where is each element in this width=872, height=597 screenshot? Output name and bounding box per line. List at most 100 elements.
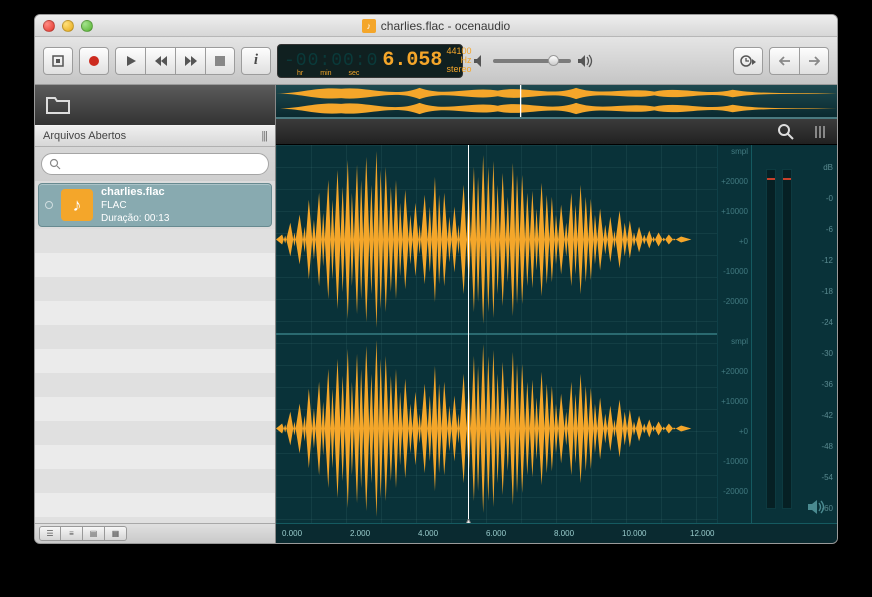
main-area: Arquivos Abertos ||| ♪ charlies.flac FLA… bbox=[35, 85, 837, 543]
scale-label: -20000 bbox=[723, 297, 748, 306]
active-indicator-icon bbox=[45, 201, 53, 209]
db-tick: -48 bbox=[821, 442, 833, 451]
window-title: ♪ charlies.flac - ocenaudio bbox=[35, 19, 837, 33]
db-tick: -36 bbox=[821, 380, 833, 389]
meter-right bbox=[782, 169, 792, 509]
window-title-text: charlies.flac - ocenaudio bbox=[381, 19, 510, 33]
file-format-label: FLAC bbox=[101, 199, 169, 212]
db-scale: dB -0 -6 -12 -18 -24 -30 -36 -42 -48 -54… bbox=[821, 163, 833, 513]
search-input[interactable] bbox=[41, 153, 269, 175]
editor-panel-header bbox=[276, 119, 837, 145]
scale-label: -10000 bbox=[723, 457, 748, 466]
info-button[interactable]: i bbox=[241, 47, 271, 75]
volume-control[interactable] bbox=[473, 54, 595, 68]
meter-left bbox=[766, 169, 776, 509]
ruler-tick: 2.000 bbox=[350, 529, 370, 538]
db-tick: -54 bbox=[821, 473, 833, 482]
scale-label: +10000 bbox=[721, 397, 748, 406]
level-meter-panel: dB -0 -6 -12 -18 -24 -30 -36 -42 -48 -54… bbox=[751, 145, 837, 523]
file-meta: charlies.flac FLAC Duração: 00:13 bbox=[101, 185, 169, 225]
file-name-label: charlies.flac bbox=[101, 185, 169, 199]
stop-button[interactable] bbox=[205, 47, 235, 75]
nav-forward-button[interactable] bbox=[799, 47, 829, 75]
search-wrap bbox=[35, 147, 275, 181]
forward-button[interactable] bbox=[175, 47, 205, 75]
folder-icon bbox=[45, 94, 73, 116]
stop-return-button[interactable] bbox=[43, 47, 73, 75]
editor-area: smpl +20000 +10000 +0 -10000 -20000 smpl… bbox=[276, 85, 837, 543]
counter-format: 44100 Hz stereo bbox=[446, 47, 471, 74]
levels-icon[interactable] bbox=[813, 124, 827, 140]
scale-label: +20000 bbox=[721, 177, 748, 186]
overview-wave-icon bbox=[276, 85, 837, 117]
view-list-button[interactable]: ☰ bbox=[39, 526, 61, 541]
ruler-tick: 12.000 bbox=[690, 529, 714, 538]
db-tick: -24 bbox=[821, 318, 833, 327]
sidebar-header-label: Arquivos Abertos bbox=[43, 130, 126, 142]
view-grid-button[interactable]: ▦ bbox=[105, 526, 127, 541]
overview-waveform[interactable] bbox=[276, 85, 837, 119]
counter-bright-digits: 6.058 bbox=[382, 49, 442, 72]
db-tick: -6 bbox=[821, 225, 833, 234]
scale-label: smpl bbox=[731, 337, 748, 346]
db-title: dB bbox=[821, 163, 833, 172]
playhead[interactable] bbox=[468, 145, 469, 523]
hr-label: hr bbox=[297, 70, 303, 77]
zoom-tool-icon[interactable] bbox=[777, 123, 795, 141]
db-tick: -30 bbox=[821, 349, 833, 358]
nav-back-button[interactable] bbox=[769, 47, 799, 75]
ruler-tick: 4.000 bbox=[418, 529, 438, 538]
scale-label: +0 bbox=[739, 427, 748, 436]
volume-knob[interactable] bbox=[548, 55, 559, 66]
speaker-high-icon bbox=[577, 54, 595, 68]
waveform-container: smpl +20000 +10000 +0 -10000 -20000 smpl… bbox=[276, 145, 837, 523]
scale-label: -20000 bbox=[723, 487, 748, 496]
volume-slider[interactable] bbox=[493, 59, 571, 63]
ruler-tick: 10.000 bbox=[622, 529, 646, 538]
sec-label: sec bbox=[349, 70, 360, 77]
amplitude-scale: smpl +20000 +10000 +0 -10000 -20000 smpl… bbox=[717, 145, 751, 523]
db-tick: -0 bbox=[821, 194, 833, 203]
scale-label: +20000 bbox=[721, 367, 748, 376]
app-window: ♪ charlies.flac - ocenaudio i bbox=[34, 14, 838, 544]
columns-icon[interactable]: ||| bbox=[261, 130, 267, 142]
scale-label: +0 bbox=[739, 237, 748, 246]
time-ruler[interactable]: 0.000 2.000 4.000 6.000 8.000 10.000 12.… bbox=[276, 523, 837, 543]
sidebar-footer: ☰ ≡ ▤ ▦ bbox=[35, 523, 275, 543]
min-label: min bbox=[320, 70, 331, 77]
record-button[interactable] bbox=[79, 47, 109, 75]
history-button[interactable] bbox=[733, 47, 763, 75]
ruler-tick: 6.000 bbox=[486, 529, 506, 538]
sample-rate-label: 44100 Hz bbox=[446, 47, 471, 65]
file-duration-label: Duração: 00:13 bbox=[101, 212, 169, 225]
rewind-button[interactable] bbox=[145, 47, 175, 75]
counter-dim-digits: -00:00:0 bbox=[284, 51, 378, 71]
channels-label: stereo bbox=[446, 65, 471, 74]
toolbar: i -00:00:0 6.058 44100 Hz stereo hr min … bbox=[35, 37, 837, 85]
sidebar: Arquivos Abertos ||| ♪ charlies.flac FLA… bbox=[35, 85, 276, 543]
time-counter: -00:00:0 6.058 44100 Hz stereo hr min se… bbox=[277, 44, 463, 78]
level-meters bbox=[766, 169, 792, 509]
scale-label: +10000 bbox=[721, 207, 748, 216]
speaker-low-icon bbox=[473, 54, 487, 68]
speaker-output-icon[interactable] bbox=[807, 499, 827, 515]
db-tick: -18 bbox=[821, 287, 833, 296]
view-detail-button[interactable]: ≡ bbox=[61, 526, 83, 541]
ruler-tick: 8.000 bbox=[554, 529, 574, 538]
scale-label: -10000 bbox=[723, 267, 748, 276]
title-bar: ♪ charlies.flac - ocenaudio bbox=[35, 15, 837, 37]
play-button[interactable] bbox=[115, 47, 145, 75]
db-tick: -42 bbox=[821, 411, 833, 420]
waveform-svg bbox=[276, 145, 717, 523]
waveform-canvas[interactable] bbox=[276, 145, 717, 523]
file-type-icon: ♪ bbox=[362, 19, 376, 33]
scale-label: smpl bbox=[731, 147, 748, 156]
db-tick: -12 bbox=[821, 256, 833, 265]
ruler-tick: 0.000 bbox=[282, 529, 302, 538]
view-columns-button[interactable]: ▤ bbox=[83, 526, 105, 541]
file-list-item[interactable]: ♪ charlies.flac FLAC Duração: 00:13 bbox=[38, 183, 272, 227]
sidebar-header: Arquivos Abertos ||| bbox=[35, 125, 275, 147]
audio-file-icon: ♪ bbox=[61, 189, 93, 221]
open-folder-button[interactable] bbox=[35, 85, 275, 125]
file-list-empty bbox=[35, 229, 275, 523]
